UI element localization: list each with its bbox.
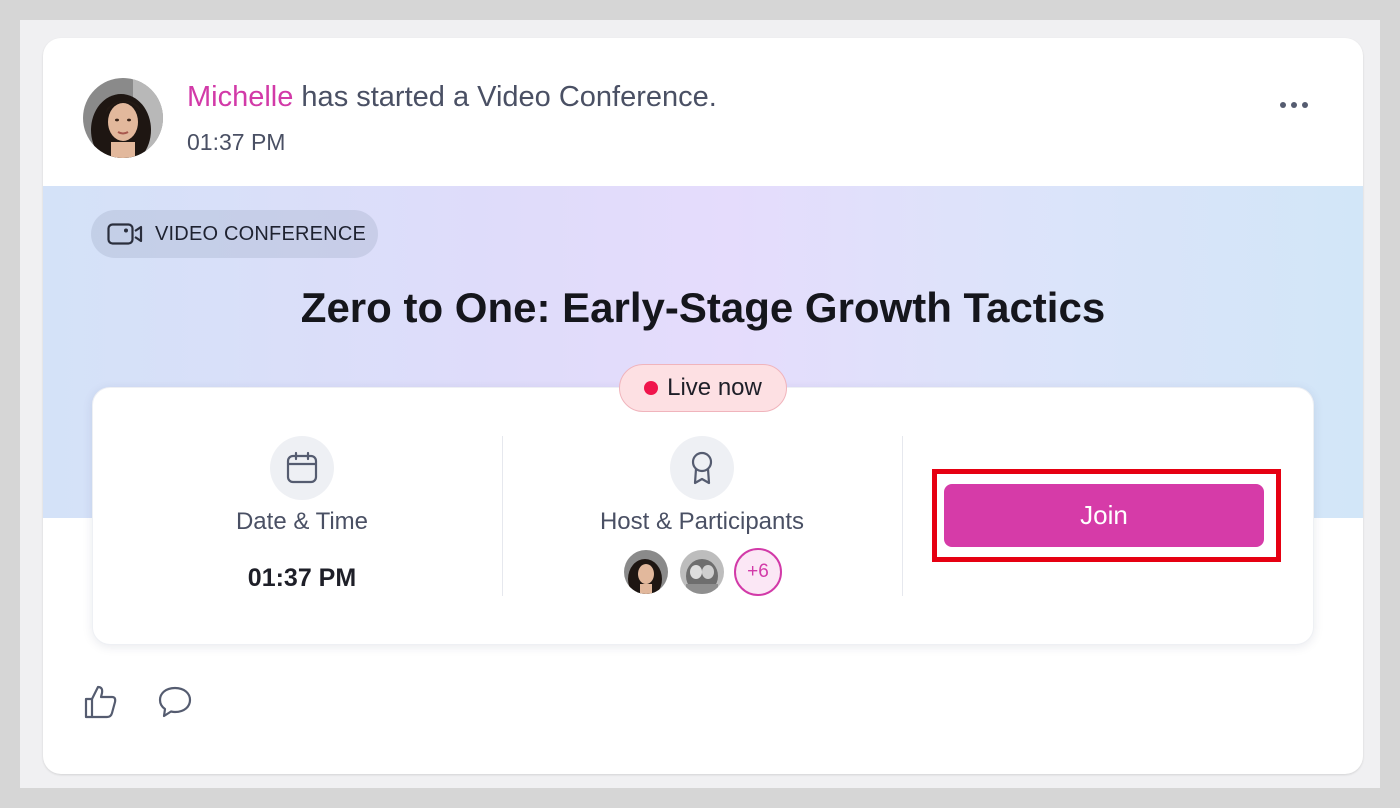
- more-options-button[interactable]: [1273, 92, 1315, 118]
- more-horizontal-icon: [1280, 102, 1308, 108]
- calendar-icon-badge: [270, 436, 334, 500]
- post-card: Michelle has started a Video Conference.…: [43, 38, 1363, 774]
- author-name-link[interactable]: Michelle: [187, 81, 293, 113]
- date-time-section: Date & Time 01:37 PM: [102, 436, 502, 596]
- participant-avatars: +6: [502, 548, 902, 596]
- live-status-badge: Live now: [619, 364, 787, 412]
- comment-icon: [158, 686, 192, 718]
- post-timestamp: 01:37 PM: [187, 129, 286, 155]
- post-action-text: has started a Video Conference.: [293, 81, 717, 113]
- comment-button[interactable]: [155, 682, 195, 722]
- conference-title: Zero to One: Early-Stage Growth Tactics: [300, 284, 1106, 331]
- more-participants-count[interactable]: +6: [734, 548, 782, 596]
- live-status-label: Live now: [667, 374, 762, 401]
- date-time-label: Date & Time: [235, 508, 369, 535]
- conference-type-label: VIDEO CONFERENCE: [155, 222, 367, 245]
- live-dot-icon: [644, 381, 659, 395]
- conference-type-badge: VIDEO CONFERENCE: [91, 210, 378, 258]
- thumbs-up-icon: [84, 685, 117, 719]
- like-button[interactable]: [81, 682, 121, 722]
- author-avatar[interactable]: [83, 78, 163, 158]
- participant-avatar[interactable]: [622, 548, 670, 596]
- date-time-value: 01:37 PM: [247, 564, 357, 592]
- column-divider: [902, 436, 903, 596]
- host-participants-section: Host & Participants +6: [502, 436, 902, 596]
- conference-details-panel: Date & Time 01:37 PM Host & Participants: [92, 387, 1314, 645]
- participant-avatar[interactable]: [678, 548, 726, 596]
- post-headline: Michelle has started a Video Conference.: [187, 81, 717, 114]
- post-actions: [81, 682, 195, 722]
- calendar-icon: [286, 451, 318, 484]
- join-button[interactable]: Join: [944, 484, 1264, 547]
- award-icon-badge: [670, 436, 734, 500]
- host-participants-label: Host & Participants: [599, 508, 805, 535]
- award-icon: [691, 451, 713, 485]
- video-camera-icon: [107, 223, 143, 245]
